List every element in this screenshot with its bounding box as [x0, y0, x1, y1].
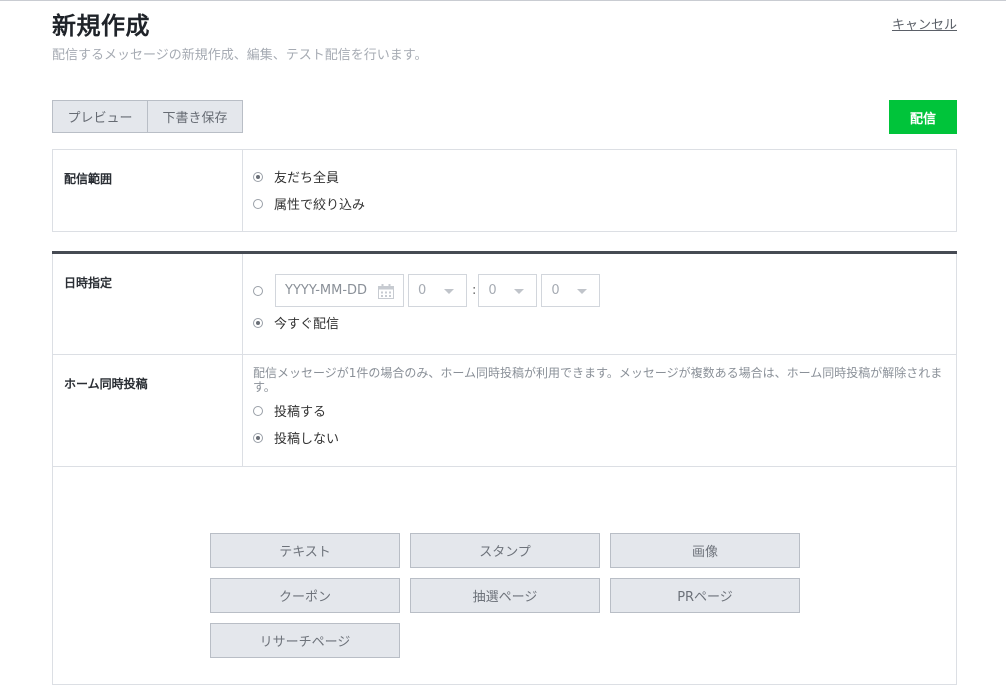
- radio-unchecked-icon[interactable]: [253, 198, 263, 209]
- message-type-lottery-button[interactable]: 抽選ページ: [410, 578, 600, 613]
- toolbar-left: プレビュー 下書き保存: [52, 100, 243, 133]
- message-type-research-button[interactable]: リサーチページ: [210, 623, 400, 658]
- scope-option-filter[interactable]: 属性で絞り込み: [253, 190, 946, 217]
- date-input[interactable]: YYYY-MM-DD: [275, 274, 404, 307]
- chevron-down-icon: [514, 289, 525, 294]
- scope-option-all-label: 友だち全員: [274, 171, 340, 186]
- radio-checked-icon[interactable]: [253, 317, 263, 328]
- time-separator: :: [472, 283, 477, 298]
- home-post-row: ホーム同時投稿 配信メッセージが1件の場合のみ、ホーム同時投稿が利用できます。メ…: [53, 354, 956, 466]
- message-type-pr-button[interactable]: PRページ: [610, 578, 800, 613]
- message-type-area: テキスト スタンプ 画像 クーポン 抽選ページ PRページ リサーチページ: [52, 465, 957, 685]
- home-post-yes-label: 投稿する: [274, 405, 327, 420]
- minute-select[interactable]: 0: [478, 274, 538, 307]
- date-placeholder: YYYY-MM-DD: [285, 283, 368, 298]
- schedule-now-label: 今すぐ配信: [274, 317, 340, 332]
- minute-value: 0: [488, 283, 497, 298]
- second-select[interactable]: 0: [541, 274, 601, 307]
- save-draft-button[interactable]: 下書き保存: [148, 100, 243, 133]
- schedule-option-now[interactable]: 今すぐ配信: [253, 309, 946, 336]
- home-post-option-yes[interactable]: 投稿する: [253, 397, 946, 424]
- schedule-row: 日時指定 YYYY-MM-DD 0: 0 0 今すぐ配信: [53, 254, 956, 354]
- hour-value: 0: [418, 283, 427, 298]
- cancel-link[interactable]: キャンセル: [892, 14, 957, 33]
- page-subtitle: 配信するメッセージの新規作成、編集、テスト配信を行います。: [52, 48, 428, 63]
- schedule-datetime-line: YYYY-MM-DD 0: 0 0: [253, 273, 946, 308]
- home-post-option-no[interactable]: 投稿しない: [253, 424, 946, 451]
- schedule-options: YYYY-MM-DD 0: 0 0 今すぐ配信: [243, 254, 956, 354]
- send-button[interactable]: 配信: [889, 100, 957, 134]
- page-title: 新規作成: [52, 12, 150, 40]
- message-type-stamp-button[interactable]: スタンプ: [410, 533, 600, 568]
- schedule-label: 日時指定: [53, 254, 243, 354]
- home-post-options: 配信メッセージが1件の場合のみ、ホーム同時投稿が利用できます。メッセージが複数あ…: [243, 355, 956, 466]
- scope-options: 友だち全員 属性で絞り込み: [243, 150, 956, 231]
- scope-option-all[interactable]: 友だち全員: [253, 163, 946, 190]
- preview-button[interactable]: プレビュー: [52, 100, 148, 133]
- chevron-down-icon: [577, 289, 588, 294]
- page: 新規作成 配信するメッセージの新規作成、編集、テスト配信を行います。 キャンセル…: [52, 0, 957, 685]
- home-post-no-label: 投稿しない: [274, 432, 340, 447]
- home-post-note: 配信メッセージが1件の場合のみ、ホーム同時投稿が利用できます。メッセージが複数あ…: [253, 366, 943, 394]
- second-value: 0: [551, 283, 560, 298]
- radio-unchecked-icon[interactable]: [253, 285, 263, 296]
- radio-checked-icon[interactable]: [253, 171, 263, 182]
- scope-option-filter-label: 属性で絞り込み: [274, 198, 366, 213]
- scope-section: 配信範囲 友だち全員 属性で絞り込み: [52, 149, 957, 232]
- hour-select[interactable]: 0: [408, 274, 467, 307]
- radio-checked-icon[interactable]: [253, 432, 263, 443]
- scope-row: 配信範囲 友だち全員 属性で絞り込み: [53, 150, 956, 231]
- settings-section: 日時指定 YYYY-MM-DD 0: 0 0 今すぐ配信 ホーム同時投稿 配信…: [52, 254, 957, 467]
- radio-unchecked-icon[interactable]: [253, 405, 263, 416]
- calendar-icon[interactable]: [378, 284, 394, 299]
- scope-label: 配信範囲: [53, 150, 243, 231]
- chevron-down-icon: [444, 289, 454, 294]
- message-type-text-button[interactable]: テキスト: [210, 533, 400, 568]
- home-post-label: ホーム同時投稿: [53, 355, 243, 466]
- message-type-image-button[interactable]: 画像: [610, 533, 800, 568]
- message-type-coupon-button[interactable]: クーポン: [210, 578, 400, 613]
